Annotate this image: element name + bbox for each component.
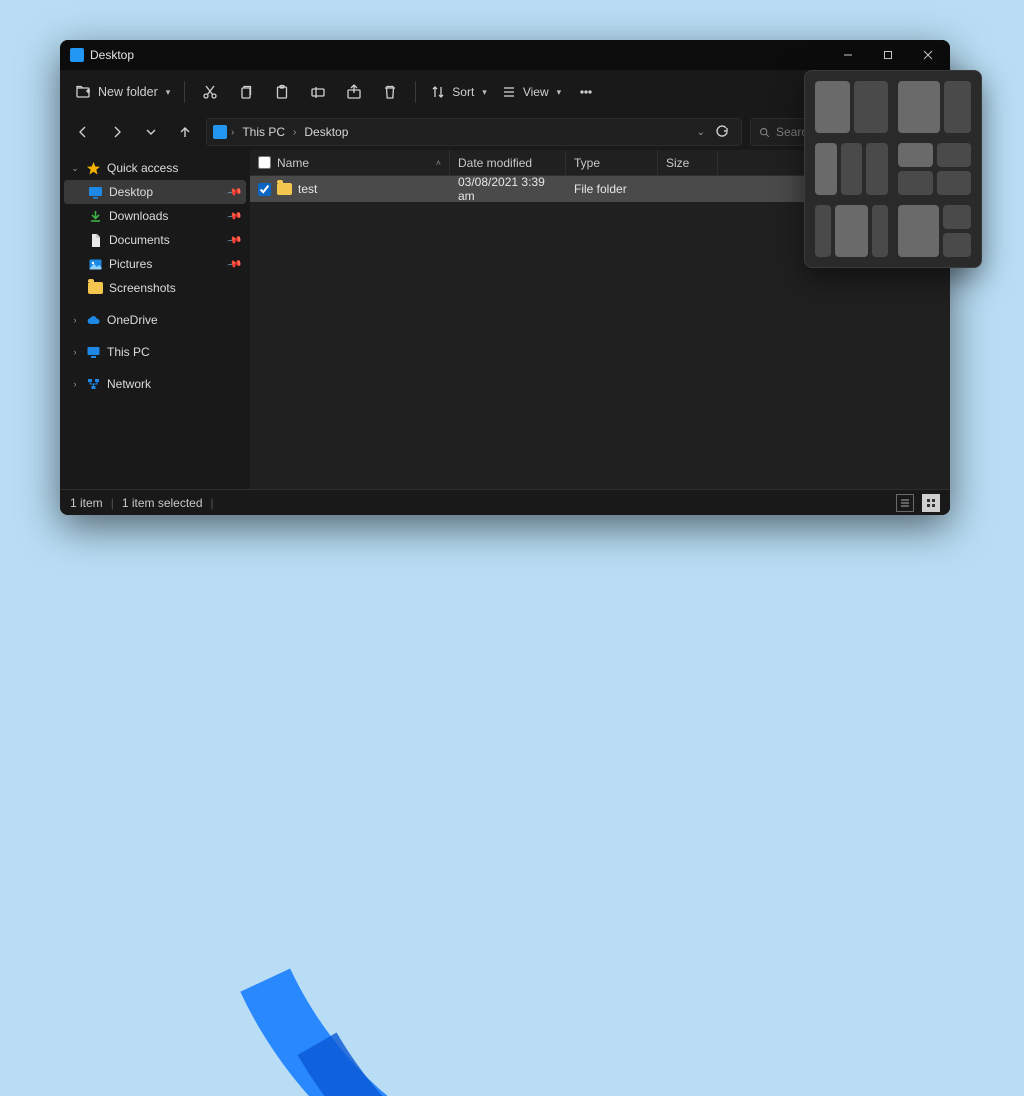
expand-icon[interactable]: › — [70, 379, 80, 389]
sidebar-item-pictures[interactable]: Pictures 📌 — [64, 252, 246, 276]
document-icon — [88, 233, 103, 248]
sidebar-item-screenshots[interactable]: Screenshots — [64, 276, 246, 300]
sidebar-item-documents[interactable]: Documents 📌 — [64, 228, 246, 252]
back-button[interactable] — [70, 119, 96, 145]
sidebar-item-label: Documents — [109, 233, 170, 247]
paste-button[interactable] — [265, 76, 299, 108]
desktop-icon — [88, 185, 103, 200]
cloud-icon — [86, 313, 101, 328]
copy-button[interactable] — [229, 76, 263, 108]
sort-button[interactable]: Sort ▾ — [424, 76, 493, 108]
sort-label: Sort — [452, 85, 474, 99]
app-icon — [70, 48, 84, 62]
expand-icon[interactable]: › — [70, 315, 80, 325]
view-label: View — [523, 85, 549, 99]
sidebar-item-downloads[interactable]: Downloads 📌 — [64, 204, 246, 228]
snap-layout-option[interactable] — [898, 81, 971, 133]
sidebar-item-label: Network — [107, 377, 151, 391]
snap-layout-option[interactable] — [815, 143, 888, 195]
maximize-button[interactable] — [868, 40, 908, 70]
folder-icon — [88, 281, 103, 296]
column-type[interactable]: Type — [566, 150, 658, 175]
item-count: 1 item — [70, 496, 103, 510]
column-size[interactable]: Size — [658, 150, 718, 175]
column-label: Date modified — [458, 156, 532, 170]
recent-locations-button[interactable] — [138, 119, 164, 145]
row-checkbox[interactable] — [258, 183, 271, 196]
expand-icon[interactable]: ⌄ — [70, 163, 80, 174]
chevron-right-icon: › — [293, 127, 296, 138]
pin-icon: 📌 — [226, 184, 243, 200]
sidebar-item-onedrive[interactable]: › OneDrive — [64, 308, 246, 332]
column-name[interactable]: Name ˄ — [250, 150, 450, 175]
pin-icon: 📌 — [226, 256, 243, 272]
chevron-down-icon: ▾ — [557, 87, 562, 98]
sidebar-item-quick-access[interactable]: ⌄ Quick access — [64, 156, 246, 180]
new-folder-button[interactable]: New folder ▾ — [70, 76, 176, 108]
sidebar-item-network[interactable]: › Network — [64, 372, 246, 396]
rename-button[interactable] — [301, 76, 335, 108]
sidebar-item-label: Screenshots — [109, 281, 176, 295]
network-icon — [86, 377, 101, 392]
chevron-down-icon: ▾ — [166, 87, 171, 98]
download-icon — [88, 209, 103, 224]
minimize-button[interactable] — [828, 40, 868, 70]
forward-button[interactable] — [104, 119, 130, 145]
up-button[interactable] — [172, 119, 198, 145]
details-view-toggle[interactable] — [896, 494, 914, 512]
window-title: Desktop — [90, 48, 134, 62]
view-button[interactable]: View ▾ — [495, 76, 567, 108]
navigation-pane: ⌄ Quick access Desktop 📌 Downloads 📌 Doc… — [60, 150, 250, 489]
snap-layout-option[interactable] — [898, 143, 971, 195]
sidebar-item-label: Quick access — [107, 161, 178, 175]
file-date: 03/08/2021 3:39 am — [458, 175, 558, 203]
chevron-right-icon: › — [231, 127, 234, 138]
more-button[interactable] — [569, 76, 603, 108]
refresh-button[interactable] — [709, 119, 735, 145]
close-button[interactable] — [908, 40, 948, 70]
chevron-down-icon: ▾ — [482, 87, 487, 98]
pc-icon — [86, 345, 101, 360]
picture-icon — [88, 257, 103, 272]
expand-icon[interactable]: › — [70, 347, 80, 357]
sidebar-item-label: Pictures — [109, 257, 152, 271]
column-date[interactable]: Date modified — [450, 150, 566, 175]
sidebar-item-label: This PC — [107, 345, 150, 359]
file-type: File folder — [574, 182, 627, 196]
titlebar[interactable]: Desktop — [60, 40, 950, 70]
sort-indicator-icon: ˄ — [436, 158, 441, 168]
breadcrumb[interactable]: Desktop — [300, 123, 352, 141]
selected-count: 1 item selected — [122, 496, 203, 510]
column-label: Size — [666, 156, 689, 170]
location-icon — [213, 125, 227, 139]
pin-icon: 📌 — [226, 232, 243, 248]
search-icon — [759, 126, 770, 139]
file-name: test — [298, 182, 317, 196]
breadcrumb[interactable]: This PC — [238, 123, 289, 141]
chevron-down-icon[interactable]: ⌄ — [697, 127, 705, 138]
snap-layout-option[interactable] — [815, 81, 888, 133]
column-label: Name — [277, 156, 309, 170]
status-bar: 1 item | 1 item selected | — [60, 489, 950, 515]
delete-button[interactable] — [373, 76, 407, 108]
thumbnails-view-toggle[interactable] — [922, 494, 940, 512]
snap-layout-option[interactable] — [898, 205, 971, 257]
sidebar-item-label: Downloads — [109, 209, 168, 223]
sidebar-item-label: Desktop — [109, 185, 153, 199]
select-all-checkbox[interactable] — [258, 156, 271, 169]
address-bar[interactable]: › This PC › Desktop ⌄ — [206, 118, 742, 146]
pin-icon: 📌 — [226, 208, 243, 224]
star-icon — [86, 161, 101, 176]
snap-layouts-flyout — [804, 70, 982, 268]
cut-button[interactable] — [193, 76, 227, 108]
sidebar-item-thispc[interactable]: › This PC — [64, 340, 246, 364]
folder-icon — [277, 182, 292, 197]
new-folder-label: New folder — [98, 85, 158, 99]
column-label: Type — [574, 156, 600, 170]
snap-layout-option[interactable] — [815, 205, 888, 257]
sidebar-item-desktop[interactable]: Desktop 📌 — [64, 180, 246, 204]
share-button[interactable] — [337, 76, 371, 108]
sidebar-item-label: OneDrive — [107, 313, 158, 327]
